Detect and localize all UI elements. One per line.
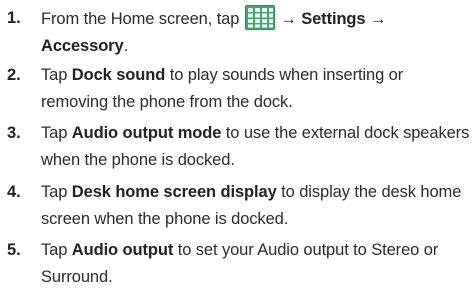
step-number: 1.	[7, 9, 21, 27]
step-text: From the Home screen, tap → Settings → A…	[41, 5, 470, 60]
step-text: Tap Audio output to set your Audio outpu…	[41, 241, 439, 286]
instruction-document: 1. From the Home screen, tap → Settings …	[0, 0, 472, 303]
step-number: 3.	[7, 124, 21, 142]
step-number: 4.	[7, 183, 21, 201]
apps-grid-icon	[244, 5, 275, 30]
step-text: Tap Desk home screen display to display …	[41, 183, 462, 228]
step-text: Tap Dock sound to play sounds when inser…	[41, 66, 404, 111]
step-number: 5.	[7, 241, 21, 259]
step-text: Tap Audio output mode to use the externa…	[41, 124, 470, 169]
step-number: 2.	[7, 66, 21, 84]
